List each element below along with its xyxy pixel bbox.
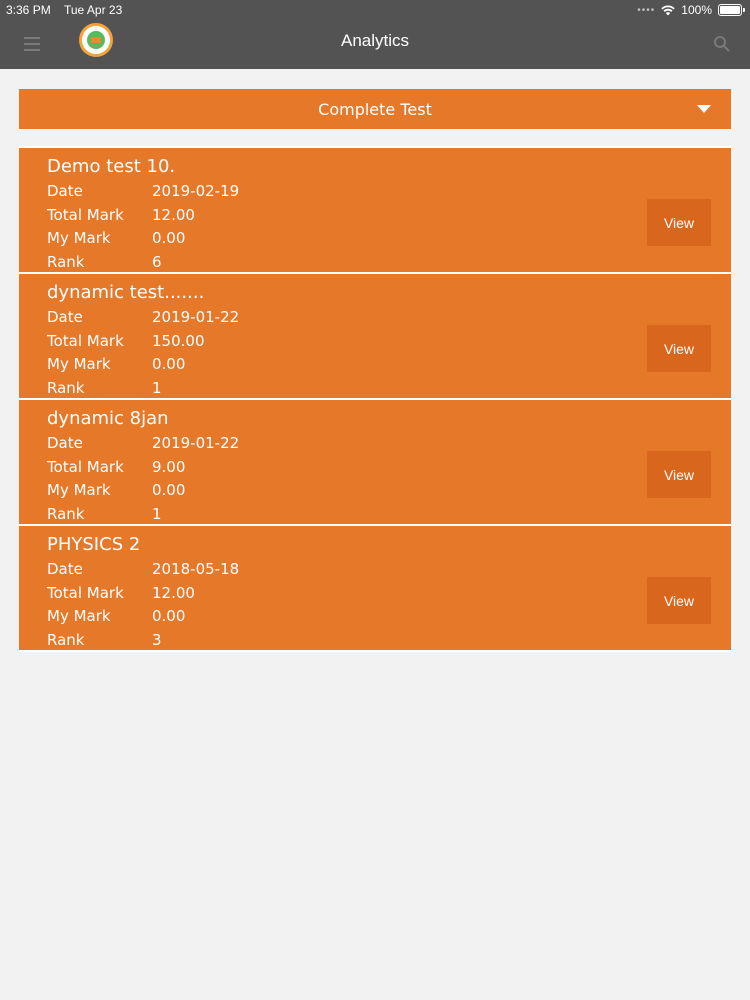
date-label: Date (47, 434, 83, 452)
rank-value: 1 (152, 379, 162, 397)
total-mark-label: Total Mark (47, 458, 124, 476)
date-label: Date (47, 560, 83, 578)
date-value: 2019-02-19 (152, 182, 240, 200)
test-name: Demo test 10. (47, 156, 176, 177)
date-value: 2019-01-22 (152, 434, 240, 452)
my-mark-label: My Mark (47, 355, 111, 373)
rank-value: 1 (152, 505, 162, 523)
rank-value: 3 (152, 631, 162, 649)
total-mark-value: 150.00 (152, 332, 205, 350)
test-card: dynamic 8jan Date 2019-01-22 Total Mark 9.… (19, 398, 731, 524)
test-card: Demo test 10. Date 2019-02-19 Total Mark 1… (19, 146, 731, 272)
total-mark-row: Total Mark 12.00 (47, 584, 195, 602)
page-title: Analytics (340, 31, 410, 50)
test-card: dynamic test....... Date 2019-01-22 Total… (19, 272, 731, 398)
battery-icon (718, 4, 745, 16)
wifi-icon (661, 4, 675, 15)
my-mark-label: My Mark (47, 607, 111, 625)
date-label: Date (47, 308, 83, 326)
view-button[interactable]: View (647, 451, 711, 498)
total-mark-row: Total Mark 12.00 (47, 206, 195, 224)
status-date: Tue Apr 23 (64, 3, 123, 17)
rank-label: Rank (47, 505, 85, 523)
status-bar: 3:36 PM Tue Apr 23 •••• 100% (0, 0, 750, 20)
my-mark-row: My Mark 0.00 (47, 607, 185, 625)
date-label: Date (47, 182, 83, 200)
rank-value: 6 (152, 253, 162, 271)
my-mark-row: My Mark 0.00 (47, 355, 185, 373)
test-name: dynamic test....... (47, 282, 205, 303)
my-mark-row: My Mark 0.00 (47, 481, 185, 499)
date-row: Date 2019-01-22 (47, 434, 239, 452)
total-mark-value: 9.00 (152, 458, 186, 476)
test-type-dropdown[interactable]: Complete Test (19, 89, 731, 129)
total-mark-row: Total Mark 150.00 (47, 332, 205, 350)
test-name: dynamic 8jan (47, 408, 169, 429)
my-mark-row: My Mark 0.00 (47, 229, 185, 247)
rank-row: Rank 6 (47, 253, 162, 271)
rank-row: Rank 1 (47, 505, 162, 523)
status-time: 3:36 PM (6, 3, 51, 17)
rank-label: Rank (47, 631, 85, 649)
test-name: PHYSICS 2 (47, 534, 141, 555)
battery-percent: 100% (681, 3, 712, 17)
total-mark-label: Total Mark (47, 206, 124, 224)
test-type-selected: Complete Test (318, 99, 432, 119)
total-mark-row: Total Mark 9.00 (47, 458, 185, 476)
view-button[interactable]: View (647, 199, 711, 246)
rank-label: Rank (47, 379, 85, 397)
chevron-down-icon (697, 105, 711, 113)
total-mark-value: 12.00 (152, 206, 195, 224)
signal-dots-icon: •••• (637, 4, 656, 16)
date-row: Date 2018-05-18 (47, 560, 239, 578)
rank-row: Rank 3 (47, 631, 162, 649)
date-row: Date 2019-01-22 (47, 308, 239, 326)
date-value: 2018-05-18 (152, 560, 240, 578)
total-mark-value: 12.00 (152, 584, 195, 602)
rank-label: Rank (47, 253, 85, 271)
view-button[interactable]: View (647, 577, 711, 624)
search-icon[interactable] (713, 35, 731, 53)
my-mark-label: My Mark (47, 481, 111, 499)
test-list: Demo test 10. Date 2019-02-19 Total Mark 1… (19, 146, 731, 652)
my-mark-value: 0.00 (152, 481, 186, 499)
total-mark-label: Total Mark (47, 332, 124, 350)
nav-bar: Analytics (0, 20, 750, 69)
my-mark-label: My Mark (47, 229, 111, 247)
date-value: 2019-01-22 (152, 308, 240, 326)
my-mark-value: 0.00 (152, 607, 186, 625)
rank-row: Rank 1 (47, 379, 162, 397)
my-mark-value: 0.00 (152, 229, 186, 247)
my-mark-value: 0.00 (152, 355, 186, 373)
test-card: PHYSICS 2 Date 2018-05-18 Total Mark 12.00… (19, 524, 731, 652)
date-row: Date 2019-02-19 (47, 182, 239, 200)
view-button[interactable]: View (647, 325, 711, 372)
total-mark-label: Total Mark (47, 584, 124, 602)
status-right: •••• 100% (637, 3, 745, 17)
